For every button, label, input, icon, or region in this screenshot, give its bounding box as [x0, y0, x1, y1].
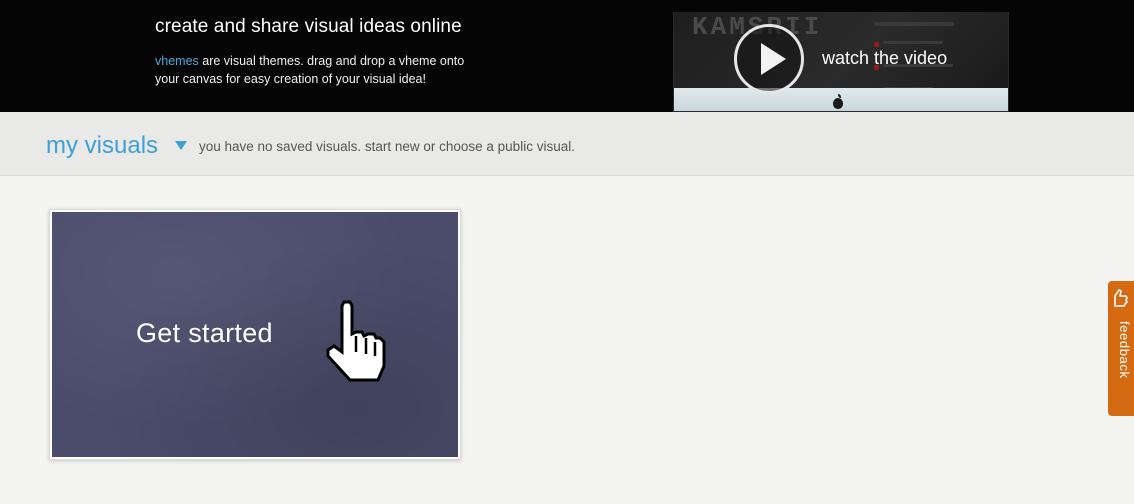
feedback-hand-icon	[1114, 289, 1128, 307]
my-visuals-title[interactable]: my visuals	[46, 132, 158, 160]
get-started-label: Get started	[136, 318, 273, 348]
hero-description: vhemes are visual themes. drag and drop …	[155, 52, 575, 88]
feedback-label: feedback	[1117, 321, 1132, 379]
hero-banner: create and share visual ideas online vhe…	[0, 0, 1134, 112]
hero-description-line2: your canvas for easy creation of your vi…	[155, 72, 426, 86]
no-visuals-message: you have no saved visuals. start new or …	[199, 139, 575, 154]
vhemes-link[interactable]: vhemes	[155, 54, 199, 68]
hero-description-text: are visual themes. drag and drop a vheme…	[198, 54, 465, 68]
feedback-tab[interactable]: feedback	[1108, 281, 1134, 416]
chevron-down-icon[interactable]	[175, 141, 187, 150]
watch-video-link[interactable]: watch the video	[822, 48, 947, 69]
page: create and share visual ideas online vhe…	[0, 0, 1134, 504]
monitor-chin	[674, 88, 1008, 111]
hero-title: create and share visual ideas online	[155, 16, 462, 37]
pointing-hand-icon	[326, 300, 386, 382]
play-icon	[761, 43, 786, 75]
play-video-button[interactable]	[734, 24, 804, 94]
get-started-card[interactable]: Get started	[49, 209, 461, 460]
get-started-card-background: Get started	[52, 212, 458, 457]
my-visuals-bar: my visuals you have no saved visuals. st…	[0, 112, 1134, 176]
apple-logo-icon	[833, 94, 843, 109]
